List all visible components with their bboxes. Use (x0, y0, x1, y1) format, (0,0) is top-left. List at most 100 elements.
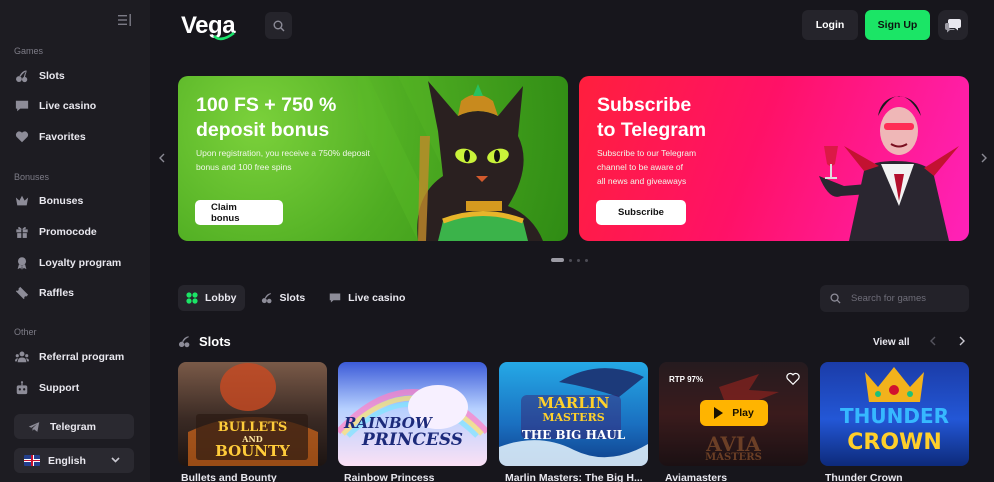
banner-title-line: deposit bonus (196, 119, 330, 141)
banner-title-line: Subscribe (597, 94, 692, 116)
chat-bubbles-icon (945, 18, 961, 32)
language-select[interactable]: English (14, 448, 134, 473)
favorite-heart-icon[interactable] (786, 372, 800, 386)
banner-desc-line: channel to be aware of (597, 162, 684, 172)
banner-description: Upon registration, you receive a 750% de… (196, 146, 396, 174)
sidebar-section-games: Games (14, 46, 44, 56)
game-search-input[interactable] (851, 293, 961, 304)
banner-title-line: to Telegram (597, 119, 707, 141)
rtp-badge: RTP 97% (669, 375, 704, 384)
robot-support-icon (14, 380, 30, 396)
banner-description: Subscribe to our Telegram channel to be … (597, 146, 727, 188)
carousel-dot[interactable] (577, 258, 580, 262)
game-card-title[interactable]: Bullets and Bounty (181, 472, 330, 482)
tab-live-casino[interactable]: Live casino (321, 285, 413, 311)
sidebar-item-loyalty[interactable]: Loyalty program (14, 252, 140, 274)
sidebar-item-label: Favorites (39, 131, 86, 143)
carousel-next-arrow[interactable] (981, 152, 987, 166)
game-card-aviamasters[interactable]: AVIA MASTERS RTP 97% Play (659, 362, 808, 466)
sidebar-item-label: Referral program (39, 351, 125, 363)
cherry-icon (178, 335, 191, 348)
play-label: Play (732, 407, 754, 419)
game-art-line: MASTERS (542, 411, 605, 424)
carousel-dot[interactable] (569, 258, 572, 262)
carousel-dot[interactable] (585, 258, 588, 262)
game-search-field[interactable] (820, 285, 969, 312)
game-art-line: BOUNTY (215, 442, 290, 460)
medal-icon (14, 255, 30, 271)
sidebar-section-other: Other (14, 327, 37, 337)
category-tabs: Lobby Slots Live casino (178, 285, 413, 311)
subscribe-button[interactable]: Subscribe (596, 200, 686, 225)
claim-bonus-button[interactable]: Claim bonus (195, 200, 283, 225)
chat-button[interactable] (938, 10, 968, 40)
section-title-text: Slots (199, 334, 231, 349)
slots-next-arrow[interactable] (959, 336, 965, 349)
game-card-title[interactable]: Rainbow Princess (344, 472, 493, 482)
play-button[interactable]: Play (700, 400, 768, 426)
sidebar-item-bonuses[interactable]: Bonuses (14, 190, 140, 212)
telegram-label: Telegram (50, 420, 96, 433)
sidebar-item-slots[interactable]: Slots (14, 65, 140, 87)
live-chat-icon (14, 98, 30, 114)
game-art-line: PRINCESS (361, 430, 464, 450)
view-all-link[interactable]: View all (873, 337, 910, 348)
slots-prev-arrow[interactable] (930, 336, 936, 349)
telegram-icon (28, 421, 40, 432)
cherry-icon (14, 68, 30, 84)
telegram-button[interactable]: Telegram (14, 414, 134, 439)
sidebar-item-referral[interactable]: Referral program (14, 346, 140, 368)
sidebar-item-label: Support (39, 382, 80, 394)
sidebar-item-label: Promocode (39, 226, 97, 238)
signup-button[interactable]: Sign Up (865, 10, 930, 40)
promo-banner-bonus[interactable]: 100 FS + 750 % deposit bonus Upon regist… (178, 76, 568, 241)
sidebar-item-raffles[interactable]: Raffles (14, 282, 140, 304)
sidebar-item-live-casino[interactable]: Live casino (14, 95, 140, 117)
tab-label: Lobby (205, 292, 237, 304)
carousel-dot[interactable] (551, 258, 564, 262)
tab-lobby[interactable]: Lobby (178, 285, 245, 311)
sidebar-item-promocode[interactable]: Promocode (14, 221, 140, 243)
game-card-bullets-and-bounty[interactable]: BULLETS AND BOUNTY (178, 362, 327, 466)
login-button[interactable]: Login (802, 10, 858, 40)
game-card-rainbow-princess[interactable]: RAINBOW PRINCESS (338, 362, 487, 466)
carousel-dots (551, 258, 588, 262)
banner-title-line: 100 FS + 750 % (196, 94, 337, 116)
search-icon (830, 293, 841, 304)
language-label: English (48, 454, 86, 467)
gift-icon (14, 224, 30, 240)
search-icon (273, 20, 284, 31)
game-art-line: CROWN (847, 430, 942, 455)
sidebar-item-label: Slots (39, 70, 65, 82)
sidebar-item-favorites[interactable]: Favorites (14, 126, 140, 148)
chevron-down-icon (111, 455, 120, 465)
logo[interactable]: Vega (181, 12, 236, 41)
game-card-title[interactable]: Marlin Masters: The Big H... (505, 472, 654, 482)
game-art-line: THUNDER (839, 404, 950, 428)
banner-title: Subscribe to Telegram (597, 93, 706, 143)
promo-banner-telegram[interactable]: Subscribe to Telegram Subscribe to our T… (579, 76, 969, 241)
sidebar-item-support[interactable]: Support (14, 377, 140, 399)
banner-desc-line: Upon registration, you receive a 750% de… (196, 148, 370, 158)
tab-slots[interactable]: Slots (253, 285, 314, 311)
game-card-title[interactable]: Thunder Crown (825, 472, 974, 482)
banner-title: 100 FS + 750 % deposit bonus (196, 93, 336, 143)
users-icon (14, 349, 30, 365)
game-art-line: MASTERS (705, 452, 762, 463)
slots-section-title: Slots (178, 334, 231, 349)
banner-desc-line: Subscribe to our Telegram (597, 148, 697, 158)
heart-icon (14, 129, 30, 145)
banner-desc-line: all news and giveaways (597, 176, 687, 186)
sidebar-collapse-icon[interactable] (118, 14, 134, 28)
tab-label: Live casino (348, 292, 406, 304)
game-card-thunder-crown[interactable]: THUNDER CROWN (820, 362, 969, 466)
cherry-icon (261, 292, 273, 304)
carousel-prev-arrow[interactable] (159, 152, 165, 166)
game-card-title[interactable]: Aviamasters (665, 472, 814, 482)
logo-swoosh-icon (213, 32, 235, 41)
sidebar-section-bonuses: Bonuses (14, 172, 50, 182)
sidebar-item-label: Loyalty program (39, 257, 122, 269)
game-card-marlin-masters[interactable]: MARLIN MASTERS THE BIG HAUL (499, 362, 648, 466)
header-search-button[interactable] (265, 12, 292, 39)
uk-flag-icon (24, 455, 40, 466)
